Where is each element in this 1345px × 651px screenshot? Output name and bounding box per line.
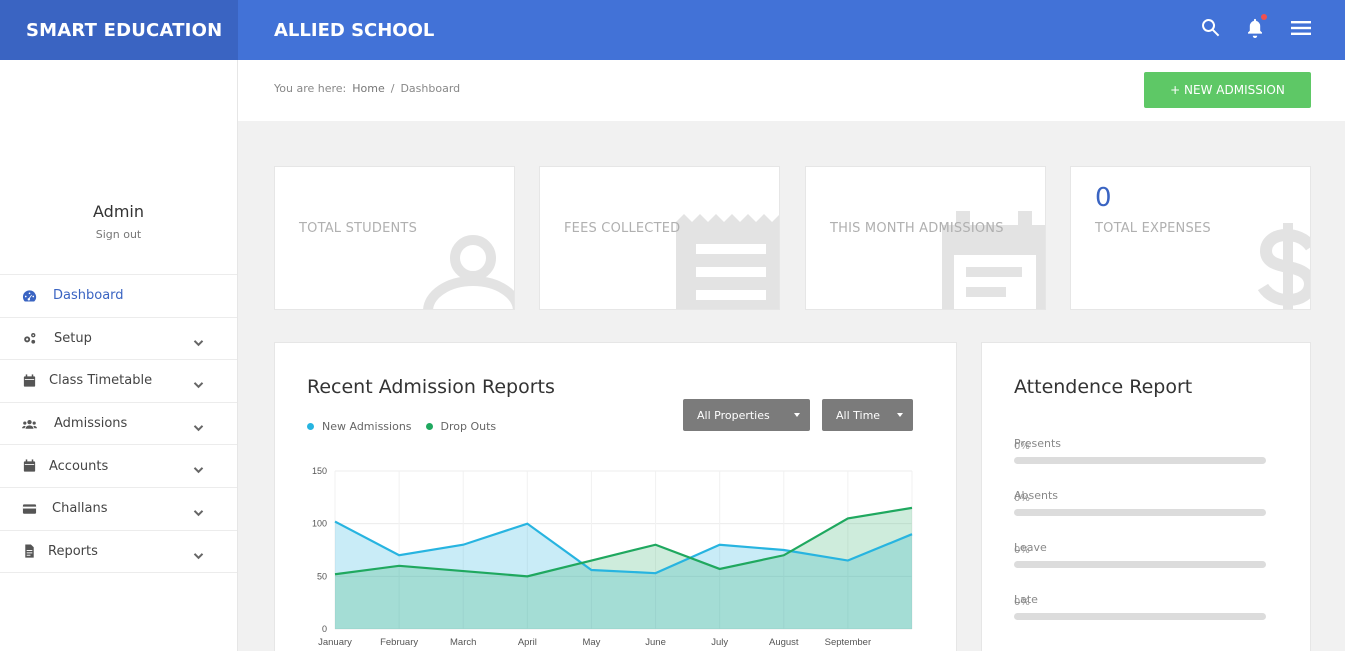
calendar-icon (21, 374, 37, 388)
sidebar-item-label: Challans (52, 501, 108, 517)
admission-chart: 0 50 100 150 January February March April May Jun… (312, 466, 913, 648)
sidebar-item-admissions[interactable]: Admissions (0, 403, 237, 446)
y-tick-label: 50 (317, 571, 327, 581)
chevron-down-icon (193, 549, 205, 561)
chevron-down-icon (193, 421, 205, 433)
x-tick-label: February (380, 637, 418, 648)
sign-out-link[interactable]: Sign out (0, 228, 237, 241)
attendance-progress-bar (1014, 457, 1266, 464)
sidebar-item-challans[interactable]: Challans (0, 488, 237, 531)
x-tick-label: July (711, 637, 728, 648)
gears-icon (21, 331, 37, 345)
users-icon (21, 417, 37, 431)
sidebar-item-accounts[interactable]: Accounts (0, 445, 237, 488)
x-tick-label: May (582, 637, 600, 648)
stat-label: TOTAL EXPENSES (1095, 221, 1211, 236)
chevron-down-icon (193, 336, 205, 348)
brand-title[interactable]: SMART EDUCATION (0, 0, 238, 60)
school-name: ALLIED SCHOOL (274, 19, 435, 41)
admission-report-card: Recent Admission Reports New Admissions … (274, 342, 957, 651)
attendance-card: Attendence Report 0% Presents 0% Absents… (981, 342, 1311, 651)
bell-icon[interactable] (1243, 14, 1267, 40)
attendance-label: Leave (1014, 541, 1047, 554)
chevron-down-icon (193, 463, 205, 475)
y-tick-label: 0 (322, 624, 327, 634)
dollar-icon (1253, 221, 1310, 309)
chevron-down-icon (193, 506, 205, 518)
y-tick-label: 150 (312, 466, 327, 476)
y-tick-label: 100 (312, 519, 327, 529)
attendance-label: Late (1014, 593, 1038, 606)
breadcrumb-bar: You are here: Home / Dashboard + NEW ADM… (238, 60, 1345, 121)
user-icon (423, 229, 514, 309)
breadcrumb-prefix: You are here: (274, 82, 347, 95)
x-tick-label: March (450, 637, 476, 648)
x-tick-label: August (769, 637, 799, 648)
sidebar-item-class-timetable[interactable]: Class Timetable (0, 360, 237, 403)
x-tick-label: June (645, 637, 666, 648)
stat-label: FEES COLLECTED (564, 221, 681, 236)
chevron-down-icon (193, 378, 205, 390)
x-tick-label: September (825, 637, 871, 648)
top-bar: ALLIED SCHOOL (238, 0, 1345, 60)
stat-label: TOTAL STUDENTS (299, 221, 418, 236)
breadcrumb: You are here: Home / Dashboard (274, 82, 460, 95)
sidebar-item-label: Dashboard (53, 288, 124, 304)
stat-card-total-students[interactable]: TOTAL STUDENTS (274, 166, 515, 310)
stat-value: 0 (1095, 183, 1112, 213)
receipt-icon (676, 214, 779, 309)
document-icon (21, 544, 37, 558)
sidebar-item-label: Admissions (54, 416, 128, 432)
notification-dot (1261, 14, 1267, 20)
user-panel: Admin Sign out (0, 60, 237, 275)
sidebar: Admin Sign out Dashboard Setup Class Tim… (0, 60, 238, 651)
new-admission-button[interactable]: + NEW ADMISSION (1144, 72, 1311, 108)
attendance-label: Presents (1014, 437, 1062, 450)
calendar-icon (21, 459, 37, 473)
attendance-title: Attendence Report (1014, 376, 1193, 398)
breadcrumb-current: Dashboard (400, 82, 461, 95)
attendance-label: Absents (1014, 489, 1059, 502)
breadcrumb-separator: / (390, 82, 395, 95)
sidebar-item-reports[interactable]: Reports (0, 531, 237, 574)
stat-card-this-month-admissions[interactable]: THIS MONTH ADMISSIONS (805, 166, 1046, 310)
attendance-progress-bar (1014, 509, 1266, 516)
stat-label: THIS MONTH ADMISSIONS (830, 221, 1004, 236)
sidebar-item-setup[interactable]: Setup (0, 318, 237, 361)
stat-card-total-expenses[interactable]: 0 TOTAL EXPENSES (1070, 166, 1311, 310)
menu-icon[interactable] (1289, 16, 1313, 40)
x-tick-label: January (318, 637, 352, 648)
sidebar-item-dashboard[interactable]: Dashboard (0, 275, 237, 318)
sidebar-item-label: Reports (48, 543, 98, 559)
attendance-progress-bar (1014, 561, 1266, 568)
attendance-progress-bar (1014, 613, 1266, 620)
sidebar-item-label: Setup (54, 330, 92, 346)
search-icon[interactable] (1199, 16, 1223, 40)
dashboard-icon (21, 289, 37, 303)
user-name: Admin (93, 202, 144, 221)
sidebar-item-label: Accounts (49, 458, 109, 474)
x-tick-label: April (518, 637, 537, 648)
breadcrumb-home-link[interactable]: Home (352, 82, 384, 95)
stat-card-fees-collected[interactable]: FEES COLLECTED (539, 166, 780, 310)
credit-card-icon (21, 502, 37, 516)
sidebar-item-label: Class Timetable (49, 373, 153, 389)
